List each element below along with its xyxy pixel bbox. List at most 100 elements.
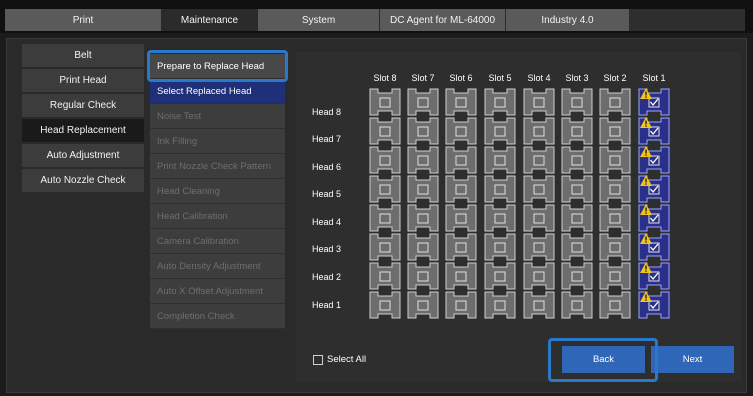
- slot-column[interactable]: [484, 88, 516, 320]
- menu-item-auto-adjustment[interactable]: Auto Adjustment: [22, 144, 144, 167]
- head-module[interactable]: [369, 175, 401, 203]
- head-module[interactable]: [484, 175, 516, 203]
- head-module[interactable]: [407, 262, 439, 290]
- head-module[interactable]: [599, 175, 631, 203]
- head-module[interactable]: [445, 204, 477, 232]
- top-tab-bar: Print Maintenance System DC Agent for ML…: [0, 0, 753, 33]
- slot-column[interactable]: [599, 88, 631, 320]
- head-row-label: Head 3: [312, 244, 342, 254]
- slot-column[interactable]: [369, 88, 401, 320]
- tab-system[interactable]: System: [258, 9, 380, 31]
- select-all[interactable]: Select All: [313, 354, 366, 365]
- head-module[interactable]: [484, 117, 516, 145]
- head-module[interactable]: [445, 233, 477, 261]
- step-head-calibration: Head Calibration: [150, 204, 285, 229]
- head-module[interactable]: [445, 291, 477, 319]
- head-module[interactable]: [523, 146, 555, 174]
- step-noise-test: Noise Test: [150, 104, 285, 129]
- head-module[interactable]: [369, 146, 401, 174]
- head-module[interactable]: [369, 88, 401, 116]
- tab-bar-filler: [630, 9, 745, 31]
- step-head-cleaning: Head Cleaning: [150, 179, 285, 204]
- head-module[interactable]: [407, 204, 439, 232]
- head-module-selected[interactable]: [638, 175, 670, 203]
- head-module[interactable]: [407, 146, 439, 174]
- slot-header: Slot 1: [642, 73, 666, 83]
- head-module[interactable]: [599, 262, 631, 290]
- head-module[interactable]: [407, 291, 439, 319]
- tab-maintenance[interactable]: Maintenance: [162, 9, 258, 31]
- menu-item-head-replacement[interactable]: Head Replacement: [22, 119, 144, 142]
- head-module[interactable]: [484, 291, 516, 319]
- menu-item-regular-check[interactable]: Regular Check: [22, 94, 144, 117]
- head-module[interactable]: [523, 88, 555, 116]
- head-module[interactable]: [561, 175, 593, 203]
- head-module[interactable]: [561, 146, 593, 174]
- head-module-selected[interactable]: [638, 233, 670, 261]
- head-module[interactable]: [484, 88, 516, 116]
- select-all-checkbox[interactable]: [313, 354, 323, 365]
- slot-column[interactable]: [638, 88, 670, 320]
- head-module[interactable]: [599, 204, 631, 232]
- head-module[interactable]: [369, 204, 401, 232]
- step-density: Auto Density Adjustment: [150, 254, 285, 279]
- tab-print[interactable]: Print: [5, 9, 162, 31]
- head-module[interactable]: [561, 233, 593, 261]
- head-module[interactable]: [445, 88, 477, 116]
- head-module[interactable]: [561, 262, 593, 290]
- head-module[interactable]: [561, 291, 593, 319]
- slot-header: Slot 2: [603, 73, 627, 83]
- head-module-selected[interactable]: [638, 117, 670, 145]
- head-module[interactable]: [445, 262, 477, 290]
- head-module[interactable]: [561, 204, 593, 232]
- head-module[interactable]: [561, 117, 593, 145]
- head-module[interactable]: [407, 175, 439, 203]
- head-module-selected[interactable]: [638, 204, 670, 232]
- head-module[interactable]: [484, 233, 516, 261]
- slot-column[interactable]: [445, 88, 477, 320]
- head-module[interactable]: [523, 204, 555, 232]
- head-module[interactable]: [369, 291, 401, 319]
- head-module-selected[interactable]: [638, 291, 670, 319]
- slot-column[interactable]: [561, 88, 593, 320]
- head-module[interactable]: [484, 262, 516, 290]
- slot-column[interactable]: [523, 88, 555, 320]
- head-row-label: Head 5: [312, 189, 342, 199]
- menu-item-belt[interactable]: Belt: [22, 44, 144, 67]
- head-module[interactable]: [407, 88, 439, 116]
- tab-industry-4[interactable]: Industry 4.0: [506, 9, 630, 31]
- head-module[interactable]: [369, 233, 401, 261]
- head-module[interactable]: [523, 233, 555, 261]
- head-module[interactable]: [523, 175, 555, 203]
- head-module[interactable]: [407, 233, 439, 261]
- next-button[interactable]: Next: [651, 346, 734, 373]
- head-module[interactable]: [523, 117, 555, 145]
- head-module[interactable]: [445, 146, 477, 174]
- head-module-selected[interactable]: [638, 88, 670, 116]
- head-module-selected[interactable]: [638, 146, 670, 174]
- head-module-selected[interactable]: [638, 262, 670, 290]
- head-module[interactable]: [599, 233, 631, 261]
- head-module[interactable]: [561, 88, 593, 116]
- head-module[interactable]: [484, 204, 516, 232]
- head-module[interactable]: [484, 146, 516, 174]
- head-module[interactable]: [445, 117, 477, 145]
- step-select-head[interactable]: Select Replaced Head: [150, 79, 285, 104]
- slot-column[interactable]: [407, 88, 439, 320]
- head-row-label: Head 4: [312, 217, 342, 227]
- head-module[interactable]: [445, 175, 477, 203]
- head-module[interactable]: [369, 117, 401, 145]
- menu-item-print-head[interactable]: Print Head: [22, 69, 144, 92]
- tab-dc-agent[interactable]: DC Agent for ML-64000: [380, 9, 506, 31]
- slot-header: Slot 3: [565, 73, 589, 83]
- head-module[interactable]: [523, 291, 555, 319]
- head-module[interactable]: [599, 88, 631, 116]
- head-module[interactable]: [599, 146, 631, 174]
- head-module[interactable]: [523, 262, 555, 290]
- head-module[interactable]: [369, 262, 401, 290]
- warning-icon: [640, 262, 652, 273]
- head-module[interactable]: [599, 291, 631, 319]
- head-module[interactable]: [407, 117, 439, 145]
- head-module[interactable]: [599, 117, 631, 145]
- menu-item-auto-nozzle-check[interactable]: Auto Nozzle Check: [22, 169, 144, 192]
